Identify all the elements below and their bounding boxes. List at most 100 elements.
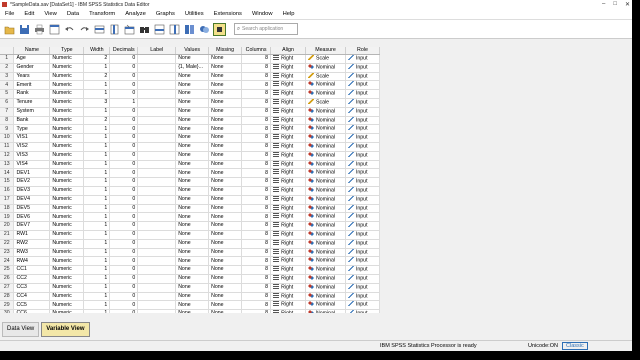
cell-columns[interactable]: 8 [241,89,272,99]
cell-align[interactable]: Right [270,274,307,284]
cell-align[interactable]: Right [270,300,307,311]
cell-label[interactable] [137,116,177,126]
cell-measure[interactable]: Scale [305,54,346,64]
cell-values[interactable]: None [175,160,210,170]
header-label[interactable]: Label [137,47,177,55]
cell-missing[interactable]: None [208,116,243,126]
cell-label[interactable] [137,54,177,64]
cell-label[interactable] [137,283,177,293]
cell-role[interactable]: Input [345,265,380,275]
cell-values[interactable]: None [175,151,210,161]
tab-data-view[interactable]: Data View [2,322,40,337]
cell-measure[interactable]: Nominal [305,221,346,231]
cell-type[interactable]: Numeric [49,274,85,284]
cell-missing[interactable]: None [208,168,243,179]
cell-measure[interactable]: Nominal [305,239,346,249]
cell-columns[interactable]: 8 [241,283,272,293]
cell-label[interactable] [137,204,177,214]
cell-missing[interactable]: None [208,300,243,311]
cell-name[interactable]: CC3 [13,283,51,293]
header-values[interactable]: Values [175,47,210,55]
cell-missing[interactable]: None [208,54,243,64]
cell-decimals[interactable]: 0 [109,151,139,161]
cell-width[interactable]: 1 [83,107,111,117]
cell-columns[interactable]: 8 [241,239,272,249]
cell-decimals[interactable]: 0 [109,54,139,64]
cell-align[interactable]: Right [270,54,307,64]
cell-missing[interactable]: None [208,124,243,135]
cell-align[interactable]: Right [270,116,307,126]
table-row[interactable]: 12 VIS3 Numeric 1 0 None None 8 Right Nominal Inpu… [0,151,380,161]
cell-name[interactable]: Bank [13,116,51,126]
cell-measure[interactable]: Nominal [305,168,346,179]
cell-values[interactable]: None [175,212,210,223]
table-row[interactable]: 11 VIS2 Numeric 1 0 None None 8 Right Nominal Inpu… [0,142,380,152]
cell-role[interactable]: Input [345,98,380,108]
cell-values[interactable]: None [175,204,210,214]
cell-type[interactable]: Numeric [49,256,85,267]
cell-values[interactable]: {1, Male}... [175,63,210,73]
cell-role[interactable]: Input [345,168,380,179]
header-width[interactable]: Width [83,47,111,55]
cell-align[interactable]: Right [270,63,307,73]
menu-transform[interactable]: Transform [84,11,120,17]
cell-role[interactable]: Input [345,133,380,143]
cell-decimals[interactable]: 0 [109,256,139,267]
cell-align[interactable]: Right [270,80,307,91]
cell-align[interactable]: Right [270,98,307,108]
cell-label[interactable] [137,186,177,196]
cell-decimals[interactable]: 0 [109,80,139,91]
cell-columns[interactable]: 8 [241,151,272,161]
print-icon[interactable] [33,23,46,36]
cell-align[interactable]: Right [270,309,307,313]
cell-name[interactable]: Type [13,124,51,135]
cell-decimals[interactable]: 0 [109,124,139,135]
cell-name[interactable]: Tenure [13,98,51,108]
cell-width[interactable]: 1 [83,124,111,135]
cell-missing[interactable]: None [208,80,243,91]
cell-align[interactable]: Right [270,204,307,214]
cell-name[interactable]: RW4 [13,256,51,267]
cell-missing[interactable]: None [208,239,243,249]
cell-decimals[interactable]: 0 [109,89,139,99]
cell-name[interactable]: Age [13,54,51,64]
cell-name[interactable]: Years [13,72,51,82]
redo-icon[interactable] [78,23,91,36]
cell-columns[interactable]: 8 [241,124,272,135]
cell-label[interactable] [137,309,177,313]
cell-measure[interactable]: Nominal [305,195,346,205]
cell-decimals[interactable]: 0 [109,186,139,196]
cell-align[interactable]: Right [270,256,307,267]
cell-values[interactable]: None [175,133,210,143]
cell-align[interactable]: Right [270,151,307,161]
cell-measure[interactable]: Nominal [305,256,346,267]
cell-columns[interactable]: 8 [241,98,272,108]
cell-type[interactable]: Numeric [49,265,85,275]
cell-align[interactable]: Right [270,160,307,170]
cell-role[interactable]: Input [345,160,380,170]
cell-label[interactable] [137,168,177,179]
cell-name[interactable]: DEV7 [13,221,51,231]
table-row[interactable]: 27 CC3 Numeric 1 0 None None 8 Right Nominal Input [0,283,380,293]
cell-name[interactable]: DEV6 [13,212,51,223]
cell-align[interactable]: Right [270,142,307,152]
cell-width[interactable]: 1 [83,300,111,311]
cell-values[interactable]: None [175,230,210,240]
header-role[interactable]: Role [345,47,380,55]
menu-extensions[interactable]: Extensions [209,11,247,17]
table-row[interactable]: 23 RW3 Numeric 1 0 None None 8 Right Nominal Input [0,248,380,258]
cell-decimals[interactable]: 0 [109,177,139,187]
cell-type[interactable]: Numeric [49,248,85,258]
cell-measure[interactable]: Nominal [305,265,346,275]
cell-measure[interactable]: Nominal [305,300,346,311]
cell-missing[interactable]: None [208,186,243,196]
cell-width[interactable]: 1 [83,195,111,205]
cell-columns[interactable]: 8 [241,212,272,223]
cell-width[interactable]: 1 [83,204,111,214]
cell-values[interactable]: None [175,256,210,267]
header-decimals[interactable]: Decimals [109,47,139,55]
cell-name[interactable]: CC4 [13,292,51,302]
cell-name[interactable]: RW3 [13,248,51,258]
cell-name[interactable]: VIS2 [13,142,51,152]
cell-align[interactable]: Right [270,283,307,293]
